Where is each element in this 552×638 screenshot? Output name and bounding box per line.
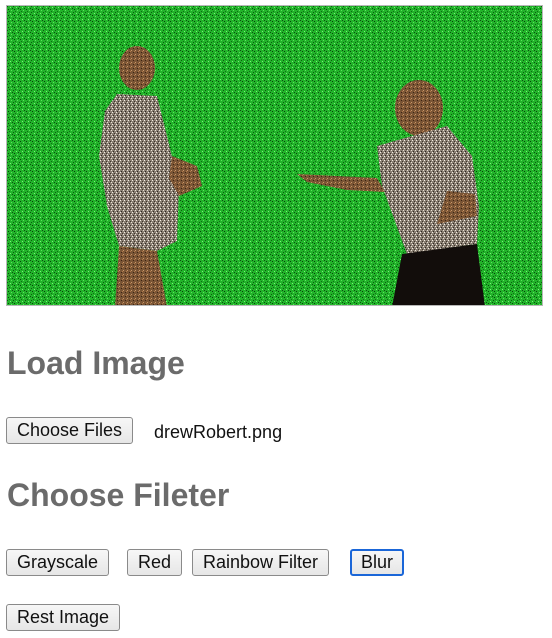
processed-image	[7, 6, 542, 305]
choose-files-button[interactable]: Choose Files	[6, 417, 134, 444]
grayscale-button[interactable]: Grayscale	[6, 549, 110, 576]
reset-image-button[interactable]: Rest Image	[6, 604, 121, 631]
red-button[interactable]: Red	[127, 549, 183, 576]
selected-file-name: drewRobert.png	[154, 422, 283, 442]
image-canvas	[6, 5, 543, 306]
blur-button[interactable]: Blur	[350, 549, 405, 576]
load-image-heading: Load Image	[7, 345, 185, 381]
choose-filter-heading: Choose Fileter	[7, 477, 230, 513]
rainbow-filter-button[interactable]: Rainbow Filter	[192, 549, 330, 576]
